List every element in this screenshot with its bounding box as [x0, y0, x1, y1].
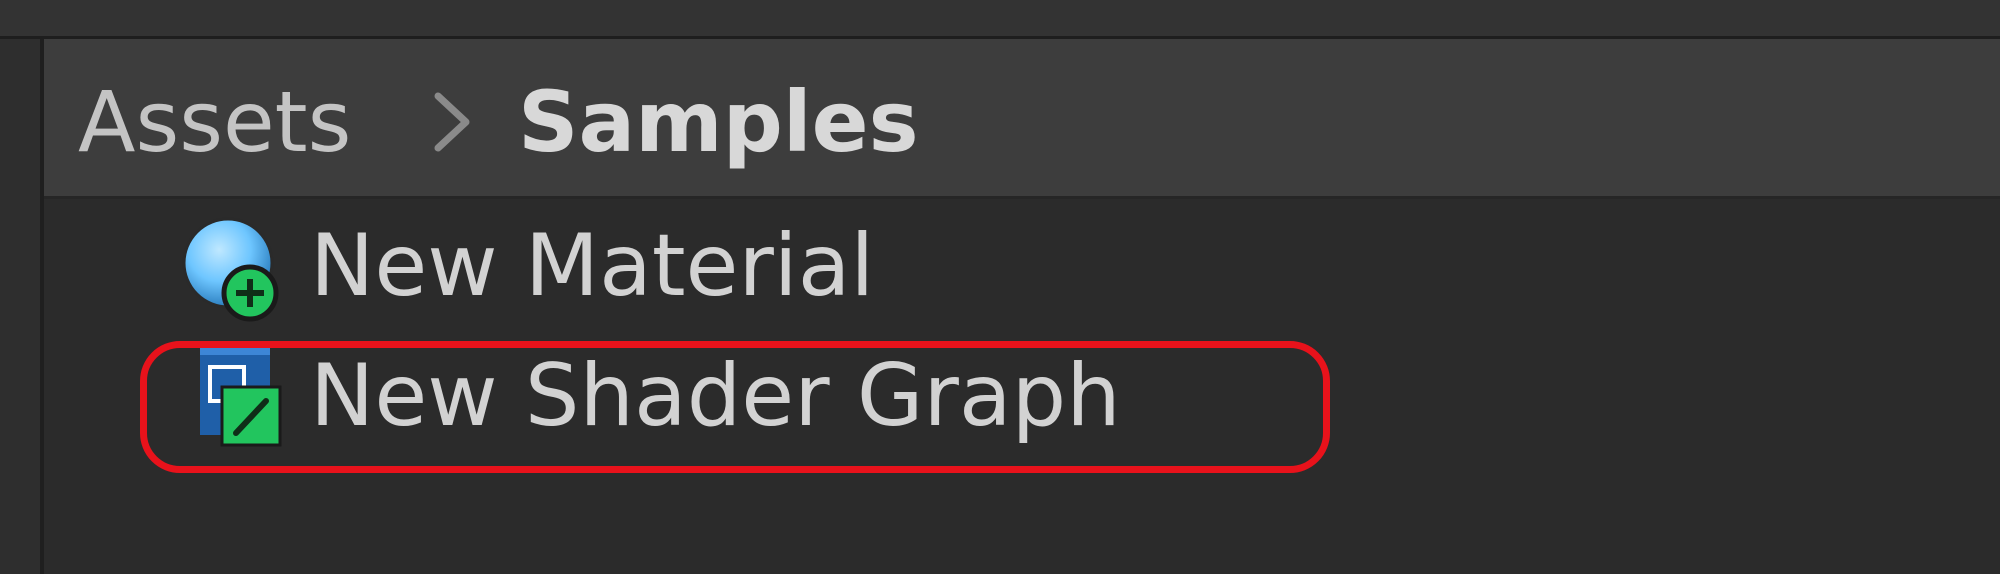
asset-item-new-material[interactable]: New Material: [44, 199, 2000, 325]
asset-label-new-shader-graph: New Shader Graph: [310, 346, 1121, 446]
breadcrumb-samples[interactable]: Samples: [518, 72, 919, 172]
asset-item-new-shader-graph[interactable]: New Shader Graph: [44, 329, 2000, 455]
material-sphere-plus-icon: [182, 217, 279, 322]
chevron-right-icon: [434, 92, 470, 152]
project-window: Assets Samples New Material New Shader G…: [0, 0, 2000, 574]
asset-list: New Material New Shader Graph: [44, 199, 2000, 574]
shader-graph-icon: [200, 345, 282, 447]
asset-label-new-material: New Material: [310, 216, 875, 316]
breadcrumb-assets[interactable]: Assets: [78, 72, 351, 172]
window-tab-strip: [0, 0, 2000, 39]
folder-tree-panel: [0, 39, 44, 574]
